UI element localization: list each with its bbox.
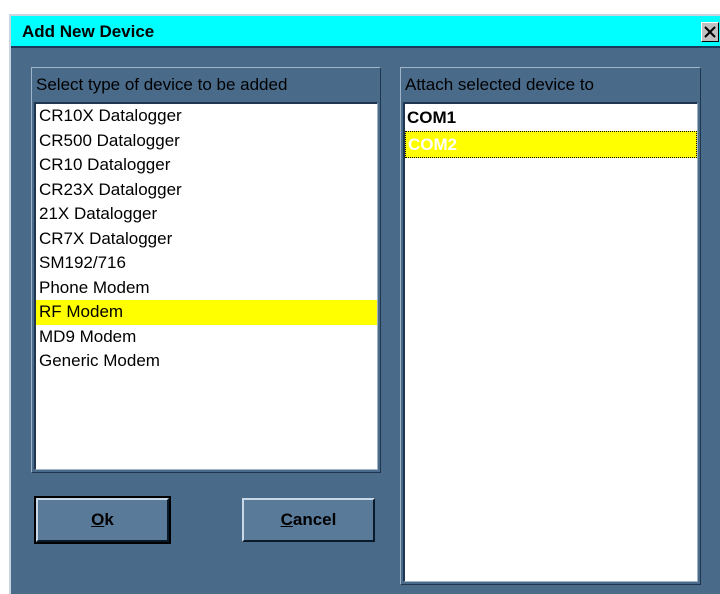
port-item[interactable]: COM2 (405, 131, 697, 158)
device-type-group: Select type of device to be added CR10X … (31, 67, 381, 473)
ok-button[interactable]: Ok (34, 496, 171, 544)
device-type-item[interactable]: CR10X Datalogger (36, 104, 377, 129)
attach-to-group: Attach selected device to COM1 COM2 (400, 67, 701, 585)
add-new-device-dialog: Add New Device Select type of device to … (9, 14, 720, 594)
device-type-item[interactable]: Generic Modem (36, 349, 377, 374)
close-button[interactable] (701, 22, 719, 42)
window-title: Add New Device (22, 22, 155, 41)
port-listbox[interactable]: COM1 COM2 (403, 102, 698, 582)
device-type-item[interactable]: CR10 Datalogger (36, 153, 377, 178)
cancel-accelerator: C (280, 510, 293, 529)
attach-to-header: Attach selected device to (405, 75, 595, 94)
device-type-item[interactable]: SM192/716 (36, 251, 377, 276)
device-type-item[interactable]: CR7X Datalogger (36, 227, 377, 252)
device-type-item[interactable]: CR23X Datalogger (36, 178, 377, 203)
cancel-button[interactable]: Cancel (242, 498, 375, 542)
ok-accelerator: O (91, 510, 105, 529)
title-bar[interactable]: Add New Device (11, 16, 720, 48)
ok-label-rest: k (104, 510, 114, 529)
close-icon (704, 26, 716, 38)
device-type-item[interactable]: Phone Modem (36, 276, 377, 301)
device-type-item[interactable]: 21X Datalogger (36, 202, 377, 227)
device-type-header: Select type of device to be added (36, 75, 288, 94)
device-type-item[interactable]: RF Modem (36, 300, 377, 325)
device-type-listbox[interactable]: CR10X Datalogger CR500 Datalogger CR10 Dat… (34, 102, 378, 470)
cancel-label-rest: ancel (292, 510, 337, 529)
device-type-item[interactable]: CR500 Datalogger (36, 129, 377, 154)
port-item[interactable]: COM1 (405, 104, 697, 131)
device-type-item[interactable]: MD9 Modem (36, 325, 377, 350)
